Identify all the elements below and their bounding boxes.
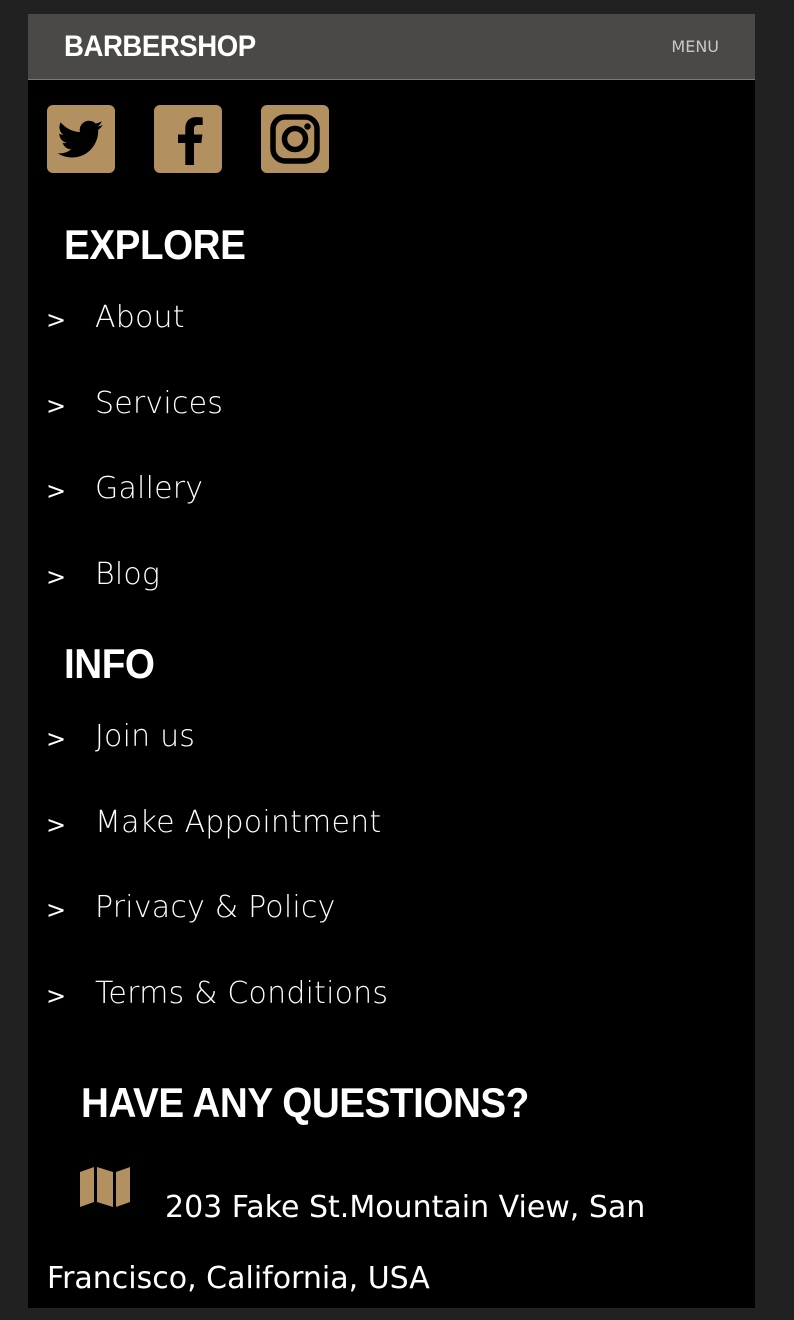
chevron-right-icon: >: [46, 981, 67, 1010]
chevron-right-icon: >: [46, 477, 67, 505]
chevron-right-icon: >: [46, 810, 67, 839]
twitter-link[interactable]: [47, 105, 115, 173]
facebook-icon: [178, 117, 203, 165]
chevron-right-icon: >: [46, 391, 67, 420]
chevron-right-icon: >: [46, 306, 67, 334]
chevron-right-icon: >: [46, 725, 67, 753]
brand-logo[interactable]: BARBERSHOP: [64, 28, 256, 66]
instagram-icon: [270, 114, 320, 164]
nav-link-label: Services: [95, 385, 224, 421]
menu-button[interactable]: MENU: [671, 36, 719, 58]
instagram-link[interactable]: [261, 105, 329, 173]
nav-link-label: About: [95, 300, 185, 335]
twitter-icon: [57, 120, 103, 158]
chevron-right-icon: >: [46, 896, 67, 924]
nav-link-label: Privacy & Policy: [95, 890, 336, 925]
nav-link-label: Make Appointment: [95, 804, 382, 840]
info-heading: INFO: [64, 640, 155, 687]
address-text: 203 Fake St.Mountain View, San Francisco…: [47, 1190, 646, 1296]
footer-panel: BARBERSHOP MENU EXPLORE > About > Servic…: [28, 14, 755, 1308]
facebook-link[interactable]: [154, 105, 222, 173]
questions-heading: HAVE ANY QUESTIONS?: [81, 1079, 529, 1126]
chevron-right-icon: >: [46, 562, 67, 591]
nav-link-label: Blog: [95, 556, 161, 592]
nav-link-label: Join us: [95, 719, 196, 754]
nav-link-label: Terms & Conditions: [95, 975, 389, 1011]
nav-link-label: Gallery: [95, 471, 204, 506]
top-navbar: BARBERSHOP MENU: [28, 14, 755, 80]
explore-heading: EXPLORE: [64, 221, 246, 268]
